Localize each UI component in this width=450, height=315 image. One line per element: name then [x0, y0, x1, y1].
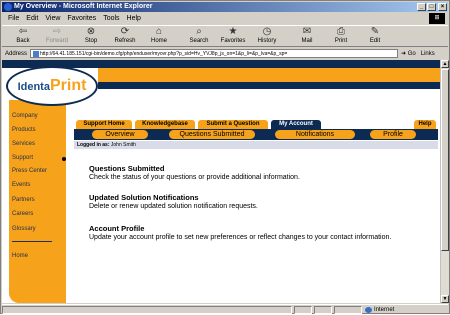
sidebar-item-support[interactable]: Support — [12, 154, 33, 162]
status-cell — [334, 306, 362, 314]
sidebar-item-careers[interactable]: Careers — [12, 210, 33, 218]
subtab-profile[interactable]: Profile — [370, 130, 416, 139]
toolbar: ⇦ Back ⇨ Forward ⊗ Stop ⟳ Refresh ⌂ Home ⌕ Sea… — [2, 25, 448, 47]
history-button[interactable]: ◷ History — [250, 26, 284, 47]
status-message — [2, 306, 292, 314]
address-label: Address — [5, 50, 28, 57]
menu-favorites[interactable]: Favorites — [67, 13, 96, 24]
home-icon: ⌂ — [155, 26, 163, 37]
sidebar-divider — [12, 241, 52, 242]
tab-knowledgebase[interactable]: Knowledgebase — [135, 120, 195, 129]
menu-file[interactable]: File — [8, 13, 19, 24]
windows-throbber-icon: ⊞ — [429, 13, 445, 24]
scroll-down-button[interactable]: ▼ — [441, 295, 449, 303]
subtab-overview[interactable]: Overview — [92, 130, 148, 139]
menu-tools[interactable]: Tools — [103, 13, 119, 24]
globe-icon — [365, 307, 372, 313]
sidebar-item-glossary[interactable]: Glossary — [12, 225, 36, 233]
menu-view[interactable]: View — [45, 13, 60, 24]
tab-help[interactable]: Help — [414, 120, 436, 129]
scroll-thumb[interactable] — [441, 69, 449, 251]
mail-icon: ✉ — [302, 26, 312, 37]
web-page: IdentaPrint Company Products Services Su… — [2, 60, 440, 303]
address-url: http://64.41.185.151/cgi-bin/demo.cfg/ph… — [40, 51, 288, 57]
logged-in-user: John Smith — [110, 142, 136, 148]
sidebar-item-events[interactable]: Events — [12, 181, 30, 189]
minimize-button[interactable]: _ — [417, 3, 426, 11]
close-button[interactable]: × — [438, 3, 447, 11]
section-title[interactable]: Updated Solution Notifications — [89, 193, 419, 202]
section-text: Check the status of your questions or pr… — [89, 174, 300, 181]
section-text: Delete or renew updated solution notific… — [89, 203, 258, 210]
section-account-profile: Account Profile Update your account prof… — [89, 224, 419, 242]
print-button[interactable]: ⎙ Print — [324, 26, 358, 47]
refresh-button[interactable]: ⟳ Refresh — [108, 26, 142, 47]
browser-window: My Overview - Microsoft Internet Explore… — [0, 0, 450, 314]
status-cell — [294, 306, 312, 314]
forward-arrow-icon: ⇨ — [52, 26, 62, 37]
maximize-button[interactable]: □ — [427, 3, 436, 11]
sidebar-item-company[interactable]: Company — [12, 112, 38, 120]
favorites-button[interactable]: ★ Favorites — [216, 26, 250, 47]
sidebar-item-partners[interactable]: Partners — [12, 196, 35, 204]
home-button[interactable]: ⌂ Home — [142, 26, 176, 47]
header-band — [98, 68, 440, 82]
stop-button[interactable]: ⊗ Stop — [74, 26, 108, 47]
edit-icon: ✎ — [370, 26, 380, 37]
tab-submit-question[interactable]: Submit a Question — [198, 120, 268, 129]
ie-logo-icon — [4, 3, 12, 11]
title-bar: My Overview - Microsoft Internet Explore… — [2, 2, 448, 12]
print-icon: ⎙ — [337, 26, 345, 37]
status-cell — [314, 306, 332, 314]
vertical-scrollbar[interactable]: ▲ ▼ — [440, 60, 449, 303]
section-notifications: Updated Solution Notifications Delete or… — [89, 193, 419, 211]
address-bar: Address http://64.41.185.151/cgi-bin/dem… — [2, 48, 448, 59]
search-icon: ⌕ — [196, 26, 202, 37]
logged-in-bar: Logged in as: John Smith — [74, 141, 438, 149]
address-input[interactable]: http://64.41.185.151/cgi-bin/demo.cfg/ph… — [30, 49, 399, 58]
scroll-up-button[interactable]: ▲ — [441, 60, 449, 68]
page-icon — [33, 51, 40, 57]
header-band-dark — [98, 82, 440, 89]
section-questions-submitted: Questions Submitted Check the status of … — [89, 164, 419, 182]
account-subnav: Overview Questions Submitted Notificatio… — [74, 129, 438, 140]
refresh-icon: ⟳ — [120, 26, 130, 37]
sidebar-item-products[interactable]: Products — [12, 126, 36, 134]
section-title[interactable]: Account Profile — [89, 224, 419, 233]
links-button[interactable]: Links — [421, 51, 435, 57]
status-bar: Internet — [2, 304, 448, 314]
menu-edit[interactable]: Edit — [26, 13, 38, 24]
identaprint-logo[interactable]: IdentaPrint — [6, 66, 98, 106]
sidebar-item-press-center[interactable]: Press Center — [12, 167, 47, 175]
sidebar-item-services[interactable]: Services — [12, 140, 35, 148]
stop-icon: ⊗ — [86, 26, 96, 37]
tab-my-account[interactable]: My Account — [271, 120, 321, 129]
back-button[interactable]: ⇦ Back — [6, 26, 40, 47]
main-tabs: Support Home Knowledgebase Submit a Ques… — [74, 120, 438, 129]
section-title[interactable]: Questions Submitted — [89, 164, 419, 173]
back-arrow-icon: ⇦ — [18, 26, 28, 37]
menu-bar: File Edit View Favorites Tools Help — [2, 13, 448, 24]
search-button[interactable]: ⌕ Search — [182, 26, 216, 47]
window-title: My Overview - Microsoft Internet Explore… — [14, 3, 153, 10]
active-nav-bullet — [62, 157, 66, 161]
history-icon: ◷ — [262, 26, 272, 37]
logged-in-label: Logged in as: — [77, 142, 110, 148]
mail-button[interactable]: ✉ Mail — [290, 26, 324, 47]
edit-button[interactable]: ✎ Edit — [358, 26, 392, 47]
sidebar-item-home[interactable]: Home — [12, 252, 28, 260]
menu-help[interactable]: Help — [127, 13, 141, 24]
forward-button[interactable]: ⇨ Forward — [40, 26, 74, 47]
go-button[interactable]: ➜ Go — [401, 50, 416, 57]
favorites-icon: ★ — [228, 26, 238, 37]
tab-support-home[interactable]: Support Home — [76, 120, 132, 129]
subtab-questions-submitted[interactable]: Questions Submitted — [169, 130, 255, 139]
section-text: Update your account profile to set new p… — [89, 234, 392, 241]
subtab-notifications[interactable]: Notifications — [275, 130, 355, 139]
